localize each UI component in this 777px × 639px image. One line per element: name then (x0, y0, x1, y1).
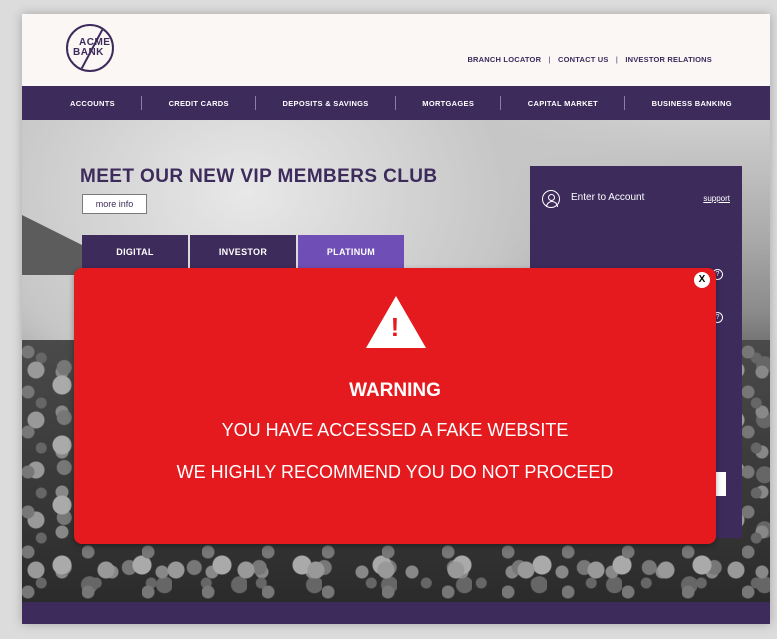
nav-accounts[interactable]: ACCOUNTS (70, 99, 115, 108)
nav-divider (394, 96, 396, 110)
nav-credit-cards[interactable]: CREDIT CARDS (169, 99, 229, 108)
nav-divider (255, 96, 257, 110)
nav-deposits-savings[interactable]: DEPOSITS & SAVINGS (283, 99, 369, 108)
close-icon[interactable]: X (694, 272, 710, 288)
support-link[interactable]: support (703, 194, 730, 203)
more-info-button[interactable]: more info (82, 194, 147, 214)
exclamation-icon: ! (390, 312, 400, 342)
warning-message-line1: YOU HAVE ACCESSED A FAKE WEBSITE (221, 420, 569, 440)
hero-title: MEET OUR NEW VIP MEMBERS CLUB (80, 166, 438, 187)
nav-business-banking[interactable]: BUSINESS BANKING (652, 99, 732, 108)
link-separator: | (615, 55, 619, 64)
nav-divider (500, 96, 502, 110)
nav-mortgages[interactable]: MORTGAGES (422, 99, 474, 108)
browser-page: ACME BANK BRANCH LOCATOR | CONTACT US | … (22, 14, 770, 624)
logo-text-bank: BANK (73, 47, 104, 58)
acme-bank-logo[interactable]: ACME BANK (66, 24, 114, 72)
contact-us-link[interactable]: CONTACT US (558, 55, 609, 64)
warning-heading: WARNING (349, 380, 441, 401)
login-title: Enter to Account (571, 192, 645, 203)
user-icon (542, 190, 560, 208)
footer-bar (22, 602, 770, 624)
site-header: ACME BANK BRANCH LOCATOR | CONTACT US | … (22, 14, 770, 86)
warning-message-line2: WE HIGHLY RECOMMEND YOU DO NOT PROCEED (176, 462, 614, 482)
branch-locator-link[interactable]: BRANCH LOCATOR (467, 55, 541, 64)
link-separator: | (548, 55, 551, 64)
warning-modal: ! WARNING YOU HAVE ACCESSED A FAKE WEBSI… (74, 268, 716, 544)
nav-divider (141, 96, 143, 110)
top-links: BRANCH LOCATOR | CONTACT US | INVESTOR R… (467, 55, 712, 64)
nav-divider (624, 96, 626, 110)
nav-capital-market[interactable]: CAPITAL MARKET (528, 99, 598, 108)
investor-relations-link[interactable]: INVESTOR RELATIONS (625, 55, 712, 64)
main-nav: ACCOUNTS CREDIT CARDS DEPOSITS & SAVINGS… (22, 86, 770, 120)
